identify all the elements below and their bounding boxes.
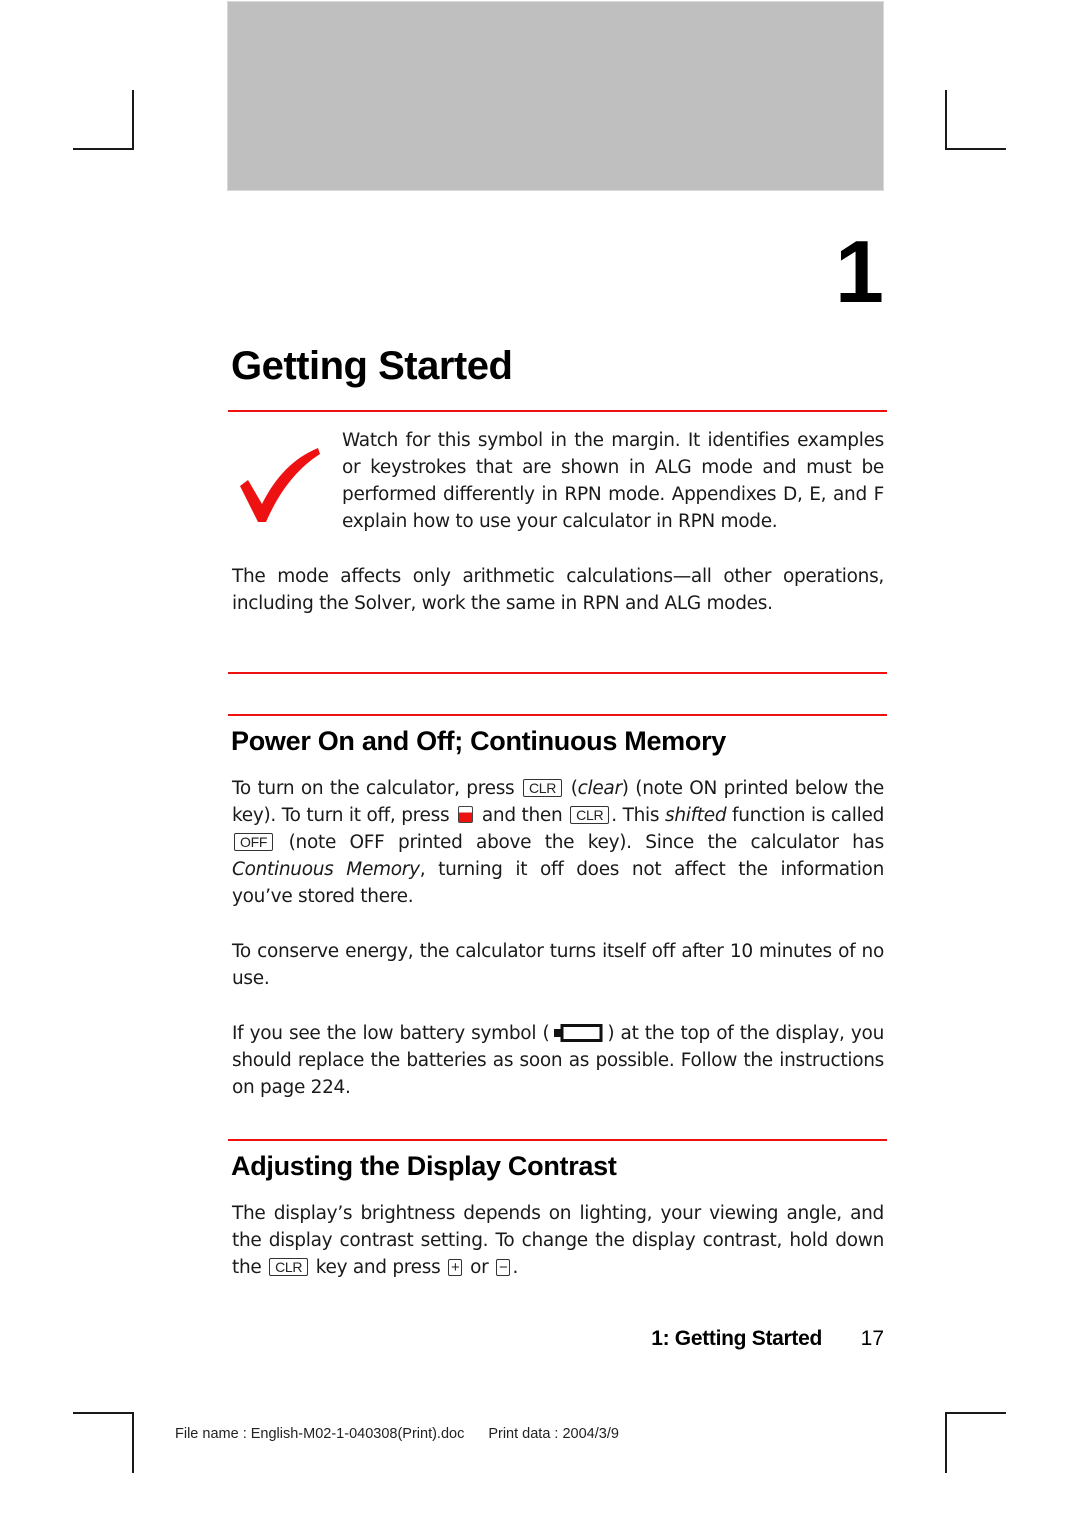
crop-mark-top-right-v [945, 90, 947, 150]
red-checkmark-icon [240, 448, 320, 522]
text: key and press [315, 1257, 441, 1278]
shift-key-icon [458, 806, 474, 823]
text-italic: shifted [664, 805, 727, 826]
contrast-section-rule [228, 1139, 887, 1141]
contrast-paragraph: The display’s brightness depends on ligh… [232, 1200, 884, 1281]
clr-key: CLR [523, 779, 563, 797]
crop-mark-top-left-h [73, 148, 134, 150]
text: (note OFF printed above the key). Since … [288, 832, 885, 853]
page-number: 17 [860, 1327, 884, 1350]
crop-mark-bottom-left-h [73, 1412, 134, 1414]
chapter-header-block [227, 1, 884, 191]
off-key: OFF [234, 833, 274, 851]
text-italic: clear [577, 778, 622, 799]
intro-paragraph: The mode affects only arithmetic calcula… [232, 566, 884, 614]
text: or [470, 1257, 489, 1278]
chapter-title-rule [228, 410, 887, 412]
power-paragraph-1: To turn on the calculator, press CLR (cl… [232, 778, 885, 907]
crop-mark-bottom-right-v [945, 1412, 947, 1473]
section-divider-rule [228, 672, 887, 674]
print-date: Print data : 2004/3/9 [488, 1426, 619, 1442]
section-heading-contrast: Adjusting the Display Contrast [231, 1151, 617, 1181]
crop-mark-bottom-left-v [132, 1412, 134, 1473]
running-footer-title: 1: Getting Started [651, 1327, 822, 1350]
chapter-title: Getting Started [231, 344, 513, 388]
low-battery-icon [554, 1024, 603, 1042]
margin-note-text: Watch for this symbol in the margin. It … [342, 430, 884, 532]
power-paragraph-3: If you see the low battery symbol ( ) at… [232, 1020, 884, 1101]
power-section-rule [228, 714, 887, 716]
text: . This [611, 805, 660, 826]
print-info: File name : English-M02-1-040308(Print).… [175, 1426, 619, 1442]
minus-key: − [496, 1259, 511, 1276]
clr-key: CLR [570, 806, 610, 824]
file-name: File name : English-M02-1-040308(Print).… [175, 1426, 465, 1442]
text: function is called [732, 805, 885, 826]
crop-mark-top-left-v [132, 90, 134, 150]
chapter-number: 1 [835, 222, 884, 321]
text: . [512, 1257, 519, 1278]
power-paragraph-2: To conserve energy, the calculator turns… [232, 941, 884, 989]
clr-key: CLR [269, 1258, 309, 1276]
text: and then [481, 805, 563, 826]
text-italic: Continuous Memory [232, 859, 420, 880]
text: If you see the low battery symbol ( [232, 1023, 550, 1044]
text: To turn on the calculator, press [232, 778, 515, 799]
crop-mark-bottom-right-h [945, 1412, 1006, 1414]
plus-key: + [448, 1259, 463, 1276]
section-heading-power: Power On and Off; Continuous Memory [231, 726, 726, 756]
crop-mark-top-right-h [945, 148, 1006, 150]
